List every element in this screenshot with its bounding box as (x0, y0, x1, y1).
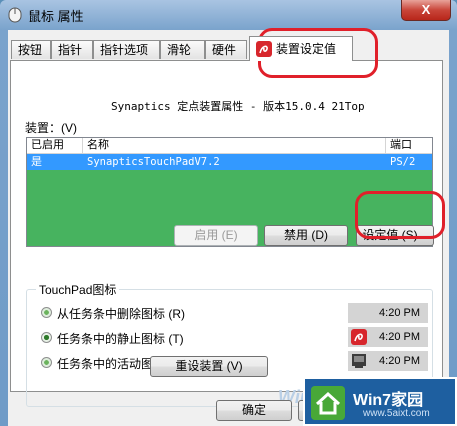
radio-static-icon[interactable] (41, 332, 52, 343)
preview-time: 4:20 PM (379, 331, 420, 343)
synaptics-logo-icon (256, 41, 272, 57)
properties-window: 鼠标 属性 X 按钮 指针 指针选项 滑轮 硬件 装置设定值 Synaptics… (0, 0, 457, 426)
device-list-header: 已启用 名称 端口 (27, 138, 432, 154)
preview-time: 4:20 PM (379, 307, 420, 319)
reset-device-button[interactable]: 重设装置 (V) (150, 356, 268, 377)
title-bar[interactable]: 鼠标 属性 X (0, 0, 457, 30)
device-title: Synaptics 定点装置属性 - 版本15.0.4 21Top10 (111, 100, 366, 113)
ok-button[interactable]: 确定 (216, 400, 292, 421)
option-remove-icon-label[interactable]: 从任务条中删除图标 (R) (57, 305, 185, 322)
badge-url: www.5aixt.com (363, 408, 430, 419)
close-button[interactable]: X (401, 0, 451, 21)
preview-active-icon: 4:20 PM (348, 351, 428, 371)
radio-remove-icon[interactable] (41, 307, 52, 318)
device-row[interactable]: 是 SynapticsTouchPadV7.2 PS/2 (27, 154, 432, 170)
site-badge: Win7家园 www.5aixt.com (303, 377, 457, 426)
tab-hardware[interactable]: 硬件 (205, 40, 247, 59)
badge-title: Win7家园 (353, 392, 424, 409)
tab-wheel[interactable]: 滑轮 (160, 40, 205, 59)
preview-time: 4:20 PM (379, 355, 420, 367)
column-port[interactable]: 端口 (386, 138, 432, 153)
window-title: 鼠标 属性 (28, 9, 84, 24)
highlight-settings-oval (355, 191, 445, 239)
preview-no-icon: 4:20 PM (348, 303, 428, 323)
tab-device-settings[interactable]: 装置设定值 (249, 36, 353, 61)
radio-active-icon[interactable] (41, 357, 52, 368)
disable-button[interactable]: 禁用 (D) (264, 225, 348, 246)
device-enabled: 是 (31, 156, 42, 168)
mouse-icon (8, 7, 22, 23)
tab-device-settings-label: 装置设定值 (276, 42, 337, 56)
tab-strip: 按钮 指针 指针选项 滑轮 硬件 装置设定值 (8, 36, 449, 61)
device-name: SynapticsTouchPadV7.2 (87, 156, 220, 168)
house-logo-icon (311, 386, 345, 420)
touchpad-activity-icon (352, 354, 366, 368)
column-enabled[interactable]: 已启用 (27, 138, 83, 153)
enable-button[interactable]: 启用 (E) (174, 225, 258, 246)
touchpad-icon-group-title: TouchPad图标 (36, 281, 120, 298)
device-port: PS/2 (390, 156, 416, 168)
preview-static-icon: 4:20 PM (348, 327, 428, 347)
option-static-icon-label[interactable]: 任务条中的静止图标 (T) (57, 330, 184, 347)
device-list-label: 装置：(V) (25, 121, 77, 135)
tab-buttons[interactable]: 按钮 (11, 40, 51, 59)
tab-pointer-options[interactable]: 指针选项 (93, 40, 160, 59)
column-name[interactable]: 名称 (83, 138, 386, 153)
tab-pointers[interactable]: 指针 (51, 40, 93, 59)
touchpad-icon (351, 329, 367, 345)
